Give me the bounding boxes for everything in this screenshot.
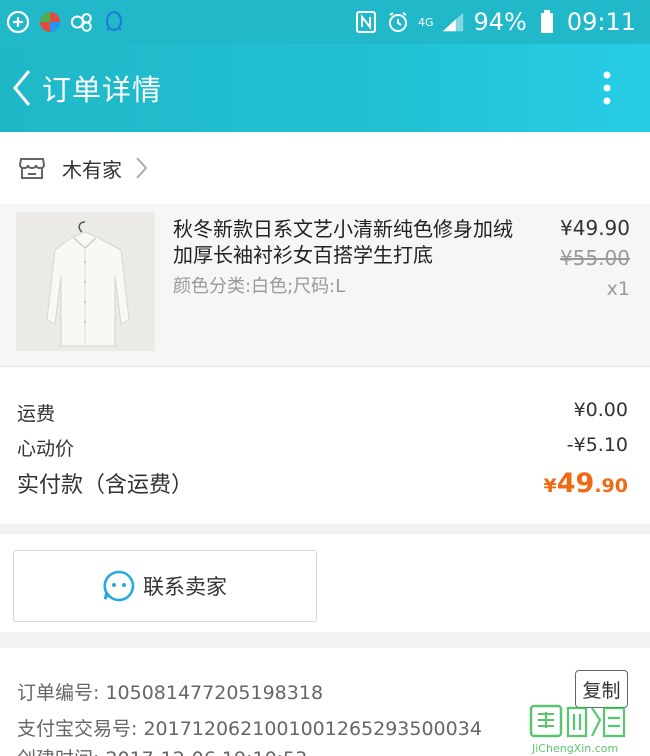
store-icon <box>18 158 46 179</box>
chat-bubble-icon <box>103 570 135 602</box>
watermark-text: JiChengXin.com <box>531 742 618 755</box>
product-sku: 颜色分类:白色;尺码:L <box>173 276 346 297</box>
total-label: 实付款（含运费） <box>17 473 194 498</box>
order-item[interactable]: 秋冬新款日系文艺小清新纯色修身加绒加厚长袖衬衫女百搭学生打底 颜色分类:白色;尺… <box>0 204 650 366</box>
app-bar: 订单详情 <box>0 44 650 132</box>
qq-icon <box>102 10 126 34</box>
add-circle-icon <box>6 10 30 34</box>
fee-summary: 运费 ¥0.00 心动价 -¥5.10 实付款（含运费） ¥49.90 <box>0 366 650 524</box>
product-quantity: x1 <box>606 278 630 300</box>
nfc-icon <box>354 10 378 34</box>
battery-percent: 94% <box>473 8 527 36</box>
discount-label: 心动价 <box>17 438 75 460</box>
app-logo-icon <box>38 10 62 34</box>
shop-name: 木有家 <box>62 157 122 182</box>
original-price: ¥55.00 <box>560 246 630 270</box>
watermark-logo: JiChengXin.com <box>529 704 626 755</box>
discount-row: 心动价 -¥5.10 <box>17 434 628 461</box>
order-number: 订单编号: 1050814772051983​18 <box>17 682 324 704</box>
more-vertical-icon <box>603 71 611 105</box>
status-bar: 4G 94% 09:11 <box>0 0 650 44</box>
page-title: 订单详情 <box>42 73 163 107</box>
back-button[interactable] <box>2 44 42 132</box>
battery-icon <box>535 10 559 34</box>
shipping-row: 运费 ¥0.00 <box>17 399 628 426</box>
notification-icons <box>0 10 126 34</box>
signal-icon <box>441 10 465 34</box>
clock: 09:11 <box>566 8 636 36</box>
product-price: ¥49.90 <box>560 216 630 240</box>
more-menu-button[interactable] <box>582 44 632 132</box>
contact-seller-label: 联系卖家 <box>143 575 227 599</box>
chevron-right-icon <box>136 157 148 179</box>
shipping-value: ¥0.00 <box>573 399 628 421</box>
cloud-app-icon <box>70 10 94 34</box>
contact-section: 联系卖家 <box>0 534 650 632</box>
discount-value: -¥5.10 <box>566 434 628 456</box>
total-value: ¥49.90 <box>544 468 628 499</box>
created-time: 创建时间: 2017-12-06 19:10:53 <box>17 744 307 756</box>
product-title: 秋冬新款日系文艺小清新纯色修身加绒加厚长袖衬衫女百搭学生打底 <box>173 217 513 267</box>
shop-row[interactable]: 木有家 <box>0 132 650 204</box>
network-type: 4G <box>417 15 434 29</box>
alarm-icon <box>386 10 410 34</box>
alipay-transaction-number: 支付宝交易号: 2017120621001001265293500034 <box>17 718 482 740</box>
product-image <box>16 212 155 351</box>
contact-seller-button[interactable]: 联系卖家 <box>13 550 317 622</box>
total-row: 实付款（含运费） ¥49.90 <box>17 467 628 499</box>
shipping-label: 运费 <box>17 403 56 425</box>
total-decimal: .90 <box>594 475 628 497</box>
total-integer: 49 <box>556 468 595 499</box>
system-indicators: 4G 94% 09:11 <box>354 8 650 36</box>
chevron-left-icon <box>13 70 31 106</box>
total-currency: ¥ <box>543 475 557 497</box>
